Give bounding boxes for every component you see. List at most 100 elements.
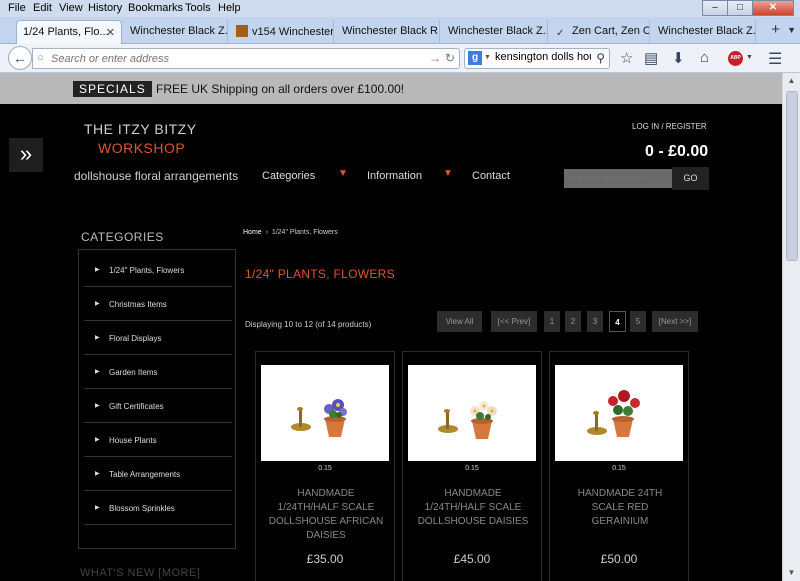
arrow-right-icon: ▶ (95, 267, 100, 273)
reload-icon[interactable]: ↻ (445, 51, 455, 65)
category-table-arrangements[interactable]: ▶ Table Arrangements (84, 458, 232, 491)
pager-prev[interactable]: [<< Prev] (491, 311, 537, 332)
product-image-daisies[interactable] (408, 365, 536, 461)
menu-file[interactable]: File (8, 2, 26, 14)
home-icon[interactable]: ⌂ (700, 49, 709, 66)
search-go-button[interactable]: GO (672, 167, 709, 190)
adblock-dropdown-icon[interactable]: ▼ (746, 54, 753, 61)
breadcrumb-separator-icon: › (263, 229, 270, 236)
downloads-icon[interactable]: ⬇ (672, 49, 685, 67)
tab-7[interactable]: Winchester Black Z... (652, 20, 756, 44)
close-window-button[interactable]: ✕ (752, 0, 794, 16)
hamburger-menu-icon[interactable]: ☰ (768, 49, 782, 69)
page-title: 1/24" PLANTS, FLOWERS (245, 267, 395, 281)
menu-help[interactable]: Help (218, 2, 241, 14)
pager-page-3[interactable]: 3 (587, 311, 603, 332)
pager-page-5[interactable]: 5 (630, 311, 646, 332)
scrollbar-thumb[interactable] (786, 91, 798, 261)
tab-strip: 1/24 Plants, Flo... ✕ Winchester Black Z… (0, 17, 800, 44)
pager-page-4-current[interactable]: 4 (609, 311, 626, 332)
product-name[interactable]: HANDMADE 24TH SCALE RED GERAINIUM (562, 487, 678, 529)
search-input[interactable] (495, 51, 591, 63)
tab-label: Winchester Black Z... (658, 25, 756, 37)
scroll-up-icon[interactable]: ▲ (783, 73, 800, 89)
minimize-button[interactable]: – (702, 0, 728, 16)
tab-label: 1/24 Plants, Flo... (23, 26, 109, 38)
product-name[interactable]: HANDMADE 1/24TH/HALF SCALE DOLLSHOUSE AF… (268, 487, 384, 543)
categories-dropdown-icon[interactable]: ▼ (338, 168, 348, 179)
product-card[interactable]: 0.15 HANDMADE 1/24TH/HALF SCALE DOLLSHOU… (402, 351, 542, 581)
tab-2[interactable]: Winchester Black Z... (124, 20, 228, 44)
tab-6[interactable]: ✓ Zen Cart, Zen C... (550, 20, 650, 44)
tab-4[interactable]: Winchester Black R... (336, 20, 440, 44)
login-register-link[interactable]: LOG IN / REGISTER (632, 122, 707, 131)
breadcrumb: Home › 1/24" Plants, Flowers (243, 229, 338, 236)
breadcrumb-home[interactable]: Home (243, 229, 262, 236)
browser-window: File Edit View History Bookmarks Tools H… (0, 0, 800, 581)
search-bar[interactable]: g ▼ ⚲ (464, 48, 610, 69)
google-icon[interactable]: g (468, 51, 482, 65)
pager-page-2[interactable]: 2 (565, 311, 581, 332)
categories-heading: CATEGORIES (81, 230, 164, 244)
nav-information[interactable]: Information (367, 170, 422, 182)
adblock-icon[interactable]: ABP (728, 51, 743, 66)
scroll-down-icon[interactable]: ▼ (783, 565, 800, 581)
arrow-right-icon: ▶ (95, 369, 100, 375)
sidebar-toggle-icon[interactable]: » (9, 138, 43, 172)
specials-badge[interactable]: SPECIALS (73, 81, 152, 97)
site-search-input[interactable] (564, 169, 672, 188)
menu-bar: File Edit View History Bookmarks Tools H… (0, 0, 800, 17)
menu-edit[interactable]: Edit (33, 2, 52, 14)
menu-history[interactable]: History (88, 2, 122, 14)
page-scrollbar[interactable]: ▲ ▼ (782, 73, 800, 581)
tab-1-active[interactable]: 1/24 Plants, Flo... ✕ (16, 20, 122, 44)
tab-close-icon[interactable]: ✕ (106, 26, 115, 39)
back-button[interactable]: ← (8, 46, 32, 70)
product-image-red-geranium[interactable] (555, 365, 683, 461)
pager-next[interactable]: [Next >>] (652, 311, 698, 332)
reading-list-icon[interactable]: ▤ (644, 49, 658, 67)
url-bar[interactable]: ○ → ↻ (32, 48, 460, 69)
menu-view[interactable]: View (59, 2, 83, 14)
results-count: Displaying 10 to 12 (of 14 products) (245, 320, 372, 329)
nav-contact[interactable]: Contact (472, 170, 510, 182)
tab-label: v154 Winchester ... (252, 26, 334, 38)
search-icon[interactable]: ⚲ (596, 51, 605, 65)
product-card[interactable]: 0.15 HANDMADE 24TH SCALE RED GERAINIUM £… (549, 351, 689, 581)
whats-new-heading[interactable]: WHAT'S NEW [MORE] (80, 567, 200, 579)
category-house-plants[interactable]: ▶ House Plants (84, 424, 232, 457)
tab-3[interactable]: v154 Winchester ... (230, 20, 334, 44)
shipping-message: FREE UK Shipping on all orders over £100… (156, 82, 405, 96)
nav-categories[interactable]: Categories (262, 170, 315, 182)
menu-bookmarks[interactable]: Bookmarks (128, 2, 183, 14)
engine-dropdown-icon[interactable]: ▼ (484, 54, 491, 61)
product-code: 0.15 (612, 465, 626, 472)
cart-total[interactable]: 0 - £0.00 (645, 143, 708, 161)
menu-tools[interactable]: Tools (185, 2, 211, 14)
product-name[interactable]: HANDMADE 1/24TH/HALF SCALE DOLLSHOUSE DA… (415, 487, 531, 529)
category-garden-items[interactable]: ▶ Garden Items (84, 356, 232, 389)
information-dropdown-icon[interactable]: ▼ (443, 168, 453, 179)
category-christmas-items[interactable]: ▶ Christmas Items (84, 288, 232, 321)
arrow-right-icon: ▶ (95, 437, 100, 443)
product-price: £50.00 (600, 552, 638, 566)
list-tabs-icon[interactable]: ▼ (787, 25, 796, 35)
logo-line2[interactable]: WORKSHOP (98, 140, 185, 156)
logo-line1[interactable]: THE ITZY BITZY (84, 121, 197, 137)
category-blossom-sprinkles[interactable]: ▶ Blossom Sprinkles (84, 492, 232, 525)
category-plants-flowers[interactable]: ▶ 1/24" Plants, Flowers (84, 254, 232, 287)
specials-bar: SPECIALS FREE UK Shipping on all orders … (0, 73, 782, 104)
maximize-button[interactable]: □ (727, 0, 753, 16)
category-floral-displays[interactable]: ▶ Floral Displays (84, 322, 232, 355)
product-image-african-daisies[interactable] (261, 365, 389, 461)
tab-5[interactable]: Winchester Black Z... (442, 20, 548, 44)
category-gift-certificates[interactable]: ▶ Gift Certificates (84, 390, 232, 423)
new-tab-icon[interactable]: + (771, 21, 780, 38)
go-arrow-icon[interactable]: → (429, 51, 441, 65)
pager-view-all[interactable]: View All (437, 311, 482, 332)
pager-page-1[interactable]: 1 (544, 311, 560, 332)
product-price: £35.00 (306, 552, 344, 566)
address-input[interactable] (51, 50, 411, 68)
product-card[interactable]: 0.15 HANDMADE 1/24TH/HALF SCALE DOLLSHOU… (255, 351, 395, 581)
bookmark-star-icon[interactable]: ☆ (620, 49, 633, 67)
